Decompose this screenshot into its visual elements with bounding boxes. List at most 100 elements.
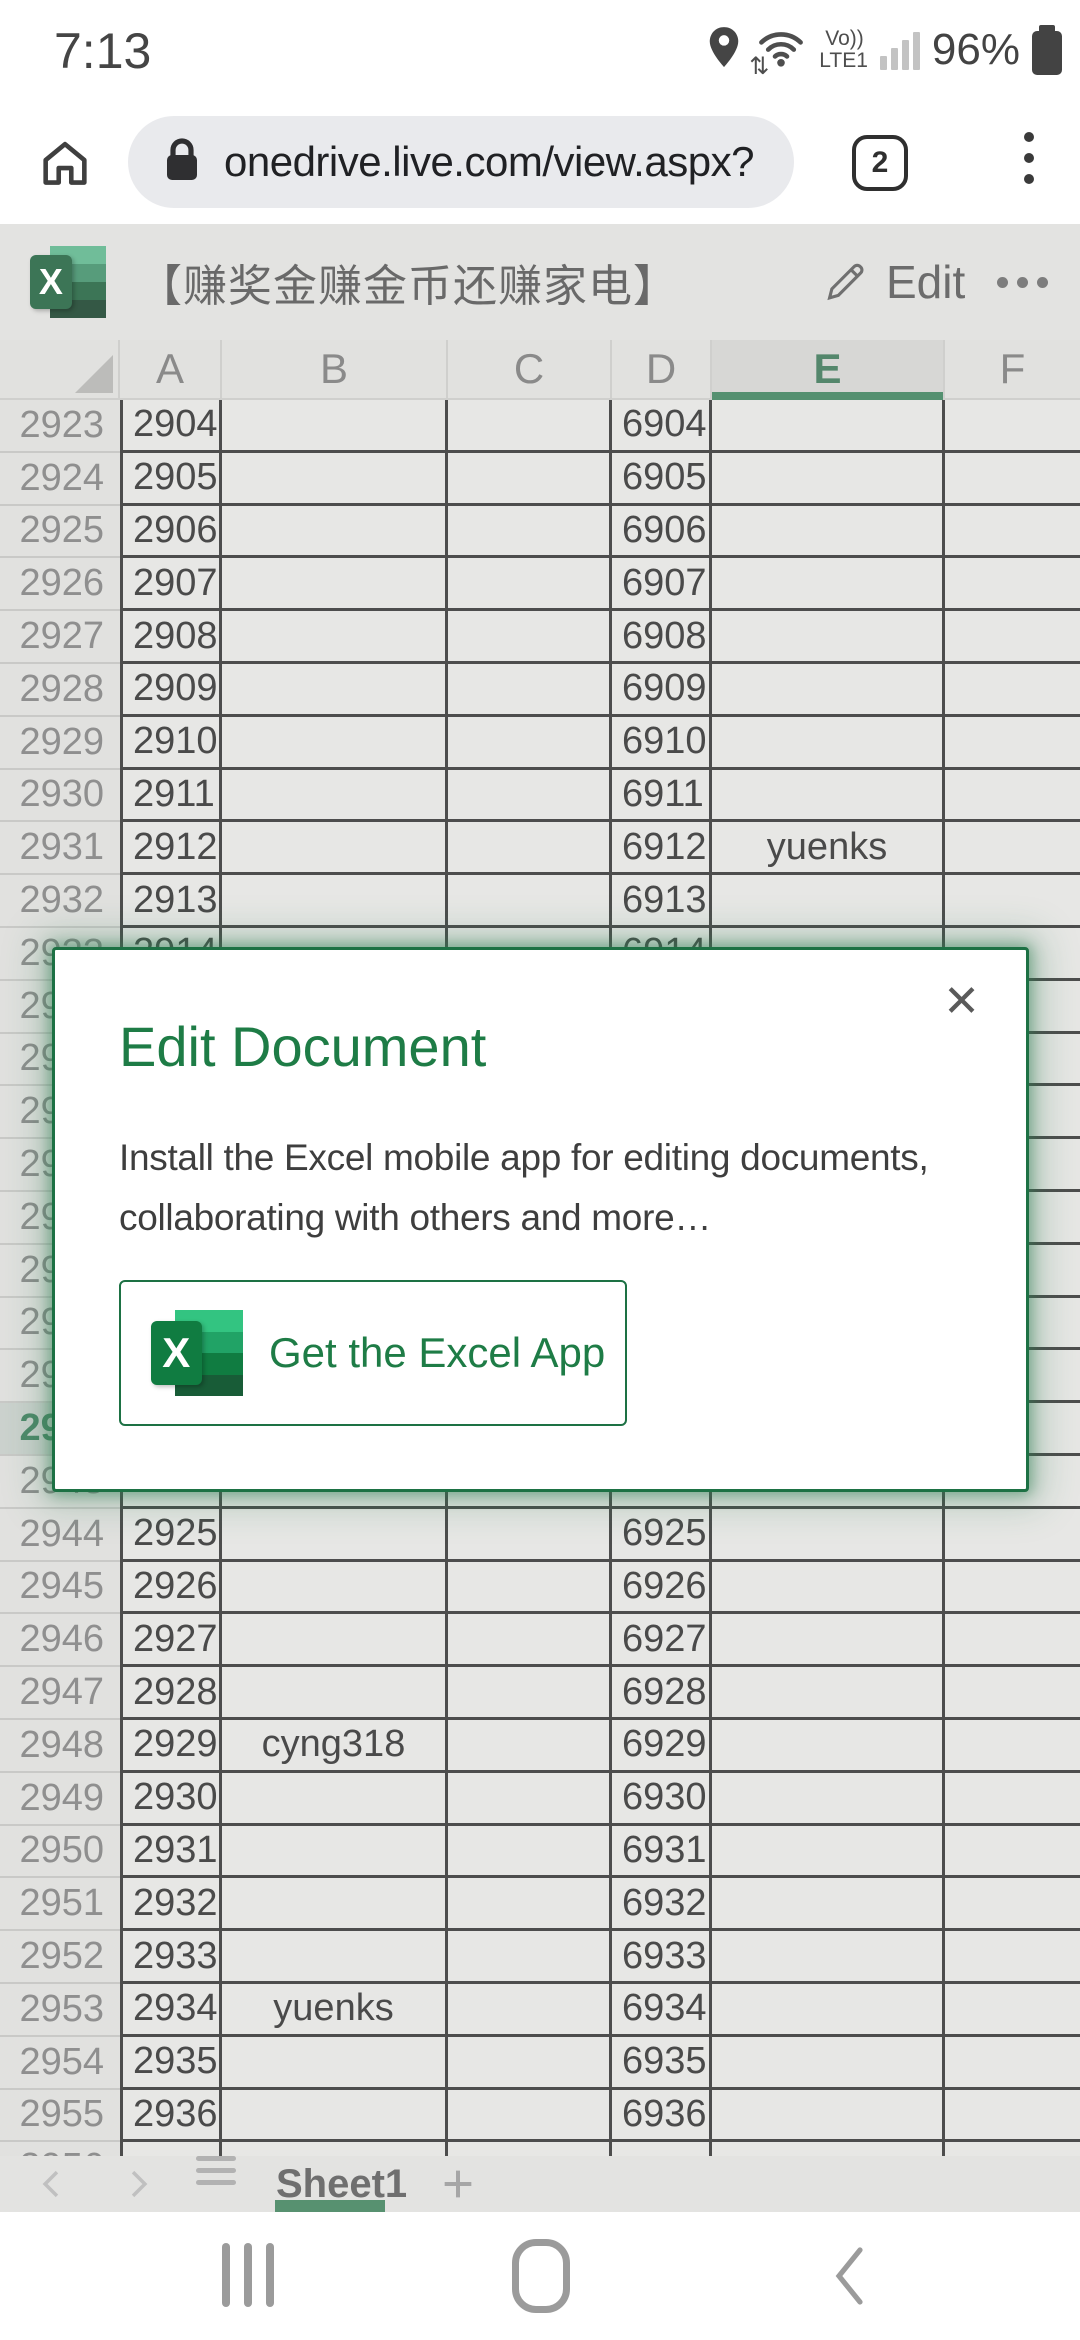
cell-C2925[interactable] [448, 506, 612, 559]
cell-F2953[interactable] [945, 1984, 1080, 2037]
cell-F2954[interactable] [945, 2037, 1080, 2090]
cell-C2953[interactable] [448, 1984, 612, 2037]
cell-A2931[interactable]: 2912 [120, 822, 222, 875]
cell-A2956[interactable] [120, 2142, 222, 2156]
cell-A2945[interactable]: 2926 [120, 1562, 222, 1615]
browser-menu-button[interactable] [1018, 126, 1040, 190]
row-header-2954[interactable]: 2954 [0, 2037, 120, 2090]
cell-B2949[interactable] [222, 1773, 448, 1826]
cell-B2953[interactable]: yuenks [222, 1984, 448, 2037]
cell-D2931[interactable]: 6912 [612, 822, 712, 875]
cell-D2923[interactable]: 6904 [612, 400, 712, 453]
cell-D2953[interactable]: 6934 [612, 1984, 712, 2037]
cell-E2923[interactable] [712, 400, 945, 453]
cell-D2945[interactable]: 6926 [612, 1562, 712, 1615]
cell-E2932[interactable] [712, 875, 945, 928]
cell-C2923[interactable] [448, 400, 612, 453]
cell-A2932[interactable]: 2913 [120, 875, 222, 928]
cell-E2930[interactable] [712, 770, 945, 823]
row-header-2927[interactable]: 2927 [0, 611, 120, 664]
cell-A2955[interactable]: 2936 [120, 2090, 222, 2143]
cell-F2956[interactable] [945, 2142, 1080, 2156]
cell-D2927[interactable]: 6908 [612, 611, 712, 664]
cell-F2949[interactable] [945, 1773, 1080, 1826]
cell-D2956[interactable] [612, 2142, 712, 2156]
cell-B2955[interactable] [222, 2090, 448, 2143]
row-header-2953[interactable]: 2953 [0, 1984, 120, 2037]
cell-E2944[interactable] [712, 1509, 945, 1562]
cell-C2924[interactable] [448, 453, 612, 506]
android-home-icon[interactable] [512, 2239, 570, 2313]
cell-D2951[interactable]: 6932 [612, 1878, 712, 1931]
cell-C2951[interactable] [448, 1878, 612, 1931]
column-header-A[interactable]: A [120, 340, 222, 400]
cell-D2948[interactable]: 6929 [612, 1720, 712, 1773]
sheet-list-icon[interactable] [196, 2156, 236, 2212]
cell-F2923[interactable] [945, 400, 1080, 453]
cell-B2924[interactable] [222, 453, 448, 506]
cell-E2929[interactable] [712, 717, 945, 770]
cell-C2946[interactable] [448, 1614, 612, 1667]
cell-E2950[interactable] [712, 1826, 945, 1879]
cell-D2952[interactable]: 6933 [612, 1931, 712, 1984]
cell-F2944[interactable] [945, 1509, 1080, 1562]
cell-A2946[interactable]: 2927 [120, 1614, 222, 1667]
row-header-2955[interactable]: 2955 [0, 2090, 120, 2143]
cell-C2932[interactable] [448, 875, 612, 928]
cell-A2929[interactable]: 2910 [120, 717, 222, 770]
cell-C2929[interactable] [448, 717, 612, 770]
cell-D2949[interactable]: 6930 [612, 1773, 712, 1826]
cell-F2951[interactable] [945, 1878, 1080, 1931]
cell-E2949[interactable] [712, 1773, 945, 1826]
cell-B2932[interactable] [222, 875, 448, 928]
cell-F2927[interactable] [945, 611, 1080, 664]
row-header-2952[interactable]: 2952 [0, 1931, 120, 1984]
cell-F2924[interactable] [945, 453, 1080, 506]
cell-E2945[interactable] [712, 1562, 945, 1615]
cell-F2932[interactable] [945, 875, 1080, 928]
cell-E2947[interactable] [712, 1667, 945, 1720]
get-excel-app-button[interactable]: X Get the Excel App [119, 1280, 627, 1426]
row-header-2926[interactable]: 2926 [0, 558, 120, 611]
cell-A2944[interactable]: 2925 [120, 1509, 222, 1562]
cell-D2926[interactable]: 6907 [612, 558, 712, 611]
cell-A2951[interactable]: 2932 [120, 1878, 222, 1931]
cell-E2952[interactable] [712, 1931, 945, 1984]
tab-switcher-button[interactable]: 2 [852, 135, 908, 191]
row-header-2948[interactable]: 2948 [0, 1720, 120, 1773]
cell-F2931[interactable] [945, 822, 1080, 875]
cell-A2926[interactable]: 2907 [120, 558, 222, 611]
cell-C2956[interactable] [448, 2142, 612, 2156]
cell-A2949[interactable]: 2930 [120, 1773, 222, 1826]
cell-F2930[interactable] [945, 770, 1080, 823]
cell-D2944[interactable]: 6925 [612, 1509, 712, 1562]
cell-C2955[interactable] [448, 2090, 612, 2143]
cell-B2926[interactable] [222, 558, 448, 611]
back-icon[interactable] [830, 2245, 870, 2312]
more-options-button[interactable] [997, 224, 1048, 340]
cell-D2924[interactable]: 6905 [612, 453, 712, 506]
row-header-2949[interactable]: 2949 [0, 1773, 120, 1826]
recents-icon[interactable] [222, 2243, 274, 2307]
column-header-D[interactable]: D [612, 340, 712, 400]
cell-C2950[interactable] [448, 1826, 612, 1879]
cell-B2923[interactable] [222, 400, 448, 453]
cell-C2931[interactable] [448, 822, 612, 875]
prev-sheet-icon[interactable] [34, 2156, 72, 2212]
cell-B2925[interactable] [222, 506, 448, 559]
cell-B2954[interactable] [222, 2037, 448, 2090]
row-header-2951[interactable]: 2951 [0, 1878, 120, 1931]
cell-B2931[interactable] [222, 822, 448, 875]
row-header-2945[interactable]: 2945 [0, 1562, 120, 1615]
cell-B2948[interactable]: cyng318 [222, 1720, 448, 1773]
cell-C2949[interactable] [448, 1773, 612, 1826]
cell-B2944[interactable] [222, 1509, 448, 1562]
cell-B2929[interactable] [222, 717, 448, 770]
cell-A2923[interactable]: 2904 [120, 400, 222, 453]
cell-A2927[interactable]: 2908 [120, 611, 222, 664]
cell-A2928[interactable]: 2909 [120, 664, 222, 717]
column-header-B[interactable]: B [222, 340, 448, 400]
row-header-2924[interactable]: 2924 [0, 453, 120, 506]
cell-E2926[interactable] [712, 558, 945, 611]
column-header-E[interactable]: E [712, 340, 945, 400]
